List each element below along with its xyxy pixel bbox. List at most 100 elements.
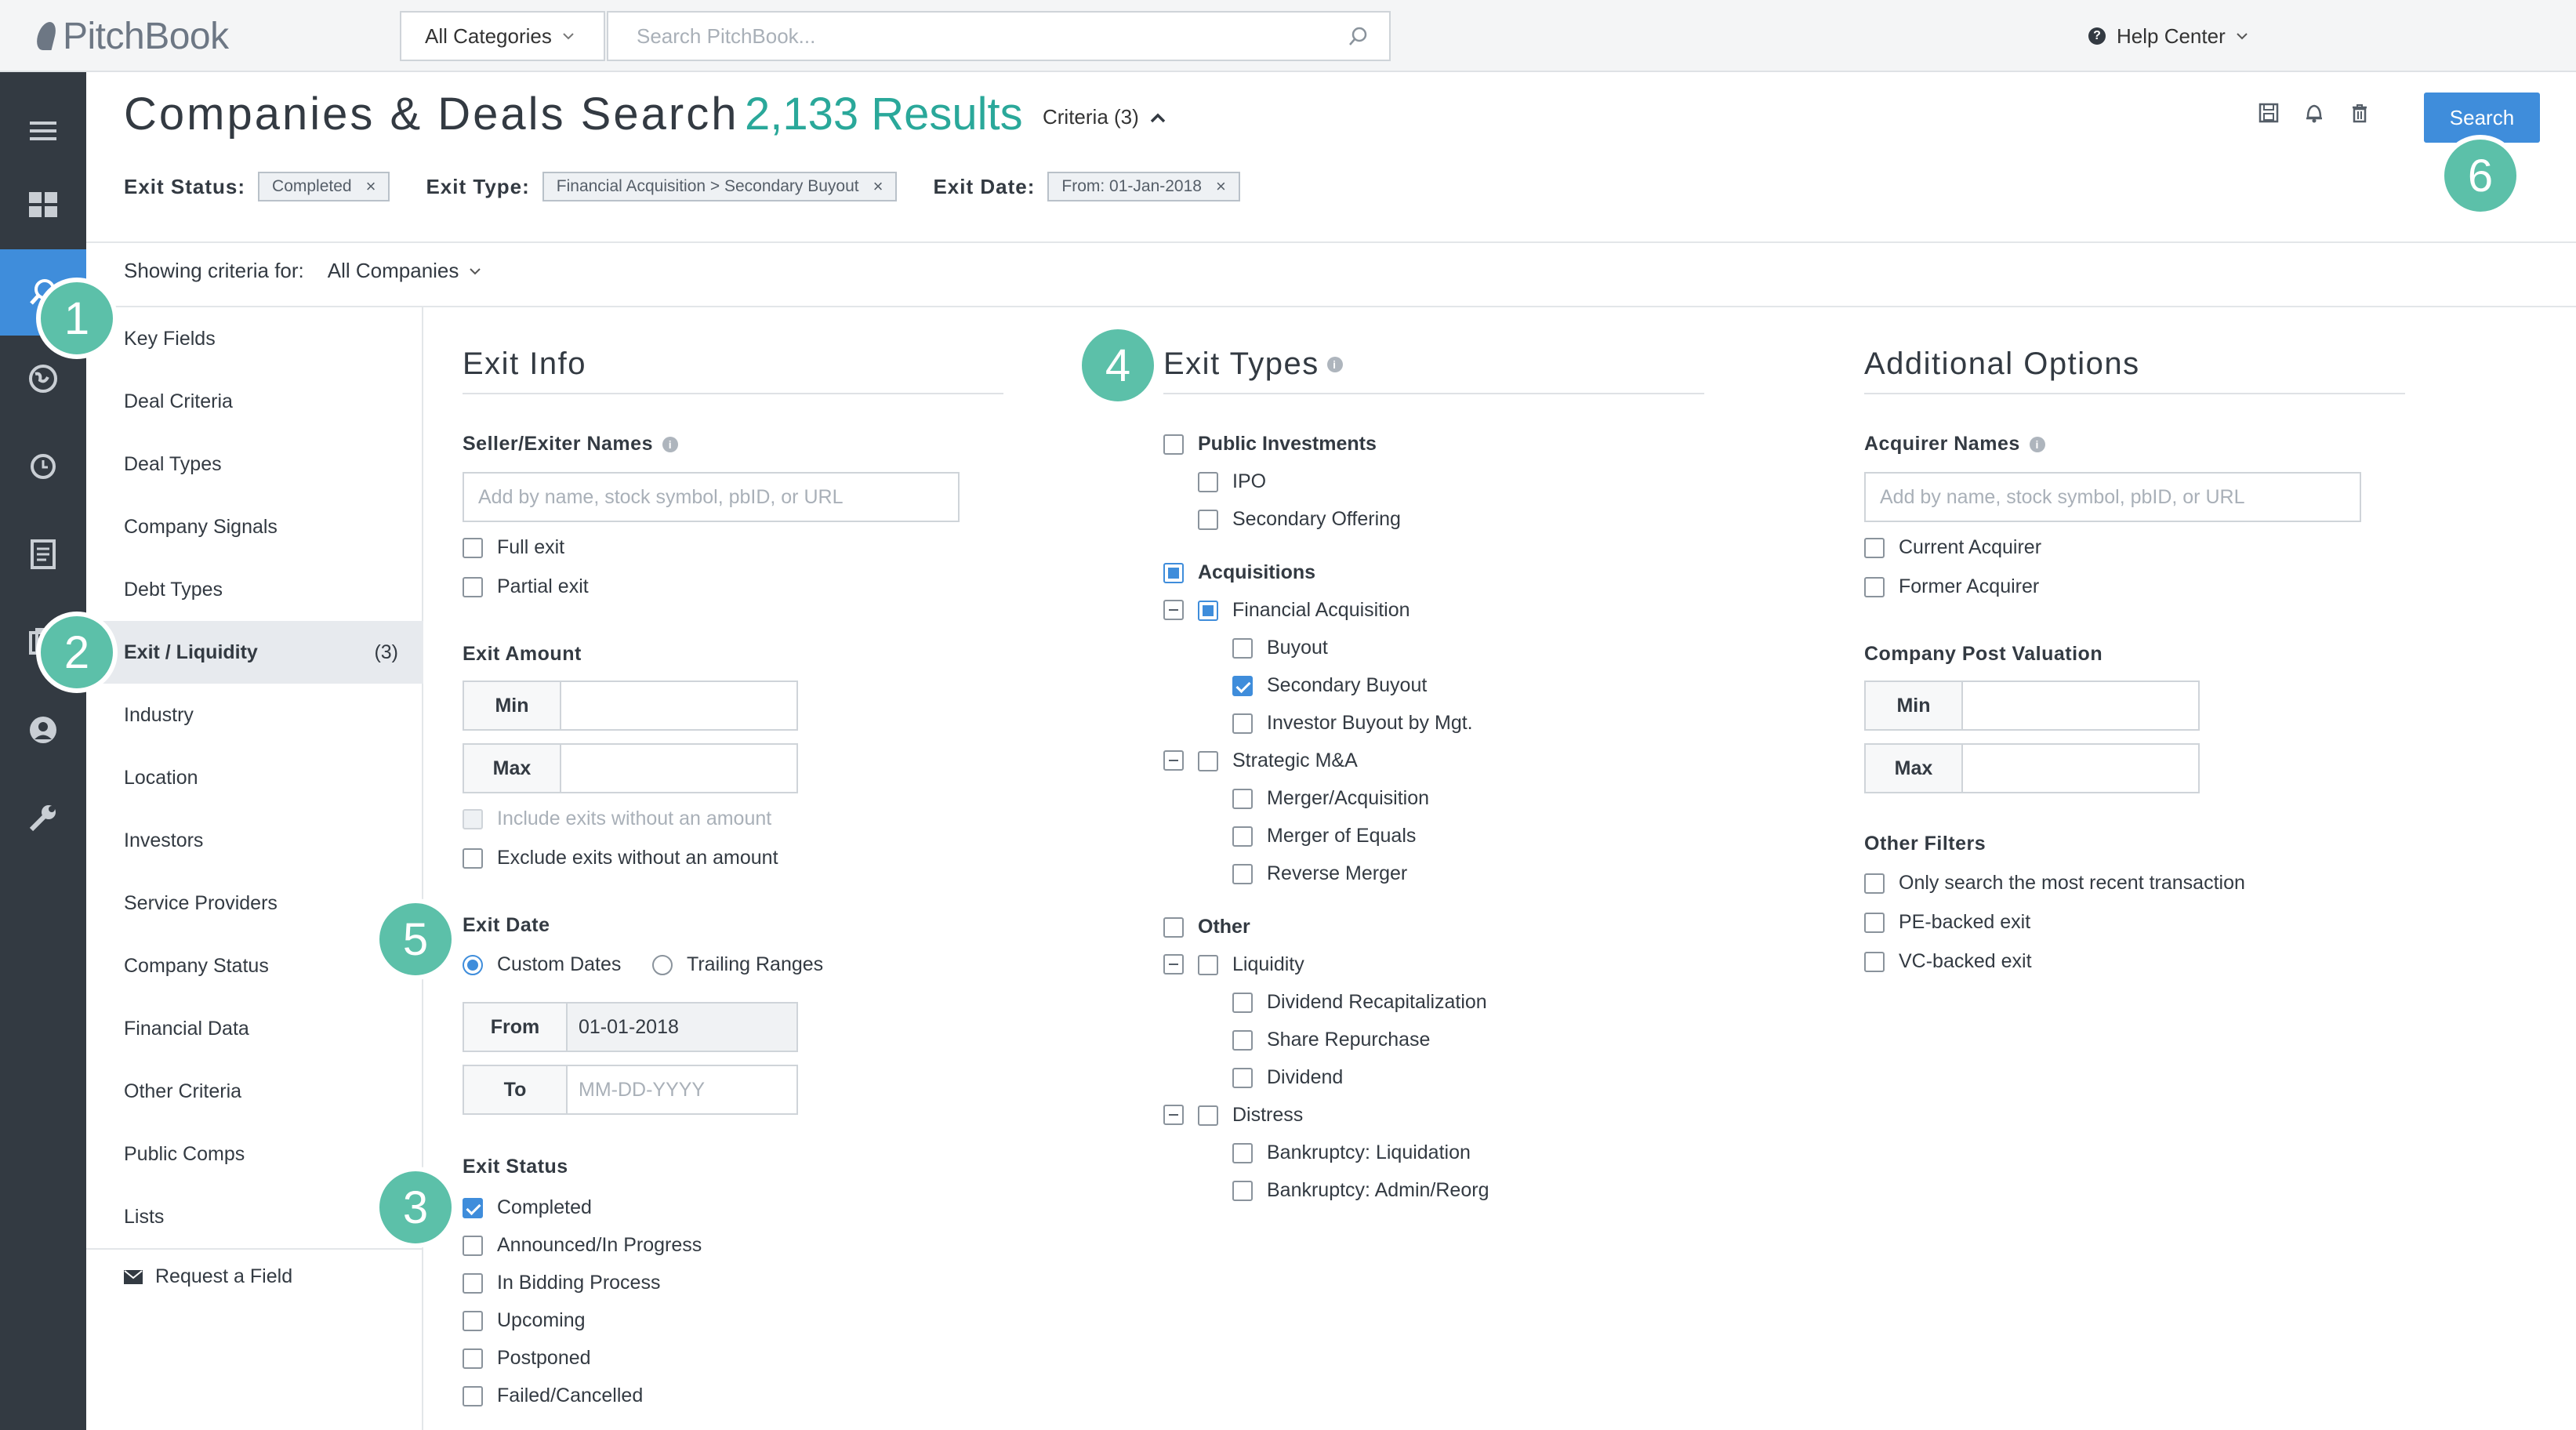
showing-criteria-select[interactable]: All Companies xyxy=(328,259,481,283)
checkbox[interactable] xyxy=(1163,916,1184,938)
most-recent-checkbox[interactable]: Only search the most recent transaction xyxy=(1864,872,2245,895)
checkbox[interactable] xyxy=(463,1385,483,1406)
status-announced-checkbox[interactable]: Announced/In Progress xyxy=(463,1234,702,1257)
sidebar-item-location[interactable]: Location xyxy=(86,746,423,809)
bell-icon[interactable] xyxy=(2303,102,2325,124)
checkbox[interactable] xyxy=(1232,675,1253,696)
sidebar-item-exit-liquidity[interactable]: Exit / Liquidity (3) xyxy=(86,621,423,684)
sidebar-item-company-status[interactable]: Company Status xyxy=(86,935,423,997)
checkbox[interactable] xyxy=(1198,509,1218,530)
trailing-ranges-radio[interactable]: Trailing Ranges xyxy=(652,953,823,976)
sidebar-item-public-comps[interactable]: Public Comps xyxy=(86,1123,423,1185)
checkbox[interactable] xyxy=(1232,826,1253,847)
share-repurchase-checkbox[interactable]: Share Repurchase xyxy=(1232,1029,1430,1051)
documents-nav-button[interactable] xyxy=(0,511,86,597)
exit-amount-max[interactable]: Max xyxy=(463,743,798,793)
filter-chip-exit-date[interactable]: From: 01-Jan-2018 × xyxy=(1047,172,1240,201)
sidebar-item-key-fields[interactable]: Key Fields xyxy=(86,307,423,370)
post-valuation-min-input[interactable] xyxy=(1963,682,2198,729)
post-valuation-max[interactable]: Max xyxy=(1864,743,2200,793)
status-postponed-checkbox[interactable]: Postponed xyxy=(463,1347,591,1370)
checkbox[interactable] xyxy=(1198,750,1218,771)
status-failed-checkbox[interactable]: Failed/Cancelled xyxy=(463,1385,643,1407)
checkbox[interactable] xyxy=(1163,562,1184,583)
checkbox[interactable] xyxy=(1232,992,1253,1013)
merger-equals-checkbox[interactable]: Merger of Equals xyxy=(1232,825,1416,847)
close-icon[interactable]: × xyxy=(1216,176,1226,197)
collapse-toggle[interactable] xyxy=(1163,600,1184,620)
sidebar-item-industry[interactable]: Industry xyxy=(86,684,423,746)
checkbox[interactable] xyxy=(1198,600,1218,621)
status-upcoming-checkbox[interactable]: Upcoming xyxy=(463,1309,586,1332)
checkbox[interactable] xyxy=(1232,1029,1253,1051)
status-completed-checkbox[interactable]: Completed xyxy=(463,1196,592,1219)
checkbox[interactable] xyxy=(1163,434,1184,455)
checkbox[interactable] xyxy=(463,576,483,597)
checkbox[interactable] xyxy=(463,1272,483,1294)
sidebar-item-deal-types[interactable]: Deal Types xyxy=(86,433,423,495)
exit-date-from-input[interactable]: 01-01-2018 xyxy=(568,1004,796,1051)
buyout-checkbox[interactable]: Buyout xyxy=(1232,637,1328,659)
post-valuation-min[interactable]: Min xyxy=(1864,681,2200,731)
current-acquirer-checkbox[interactable]: Current Acquirer xyxy=(1864,536,2041,559)
sidebar-item-company-signals[interactable]: Company Signals xyxy=(86,495,423,558)
sidebar-item-other-criteria[interactable]: Other Criteria xyxy=(86,1060,423,1123)
collapse-toggle[interactable] xyxy=(1163,954,1184,975)
exit-date-to-input[interactable]: MM-DD-YYYY xyxy=(568,1066,796,1113)
close-icon[interactable]: × xyxy=(873,176,883,197)
post-valuation-max-input[interactable] xyxy=(1963,745,2198,792)
checkbox[interactable] xyxy=(463,1310,483,1331)
exit-date-from[interactable]: From 01-01-2018 xyxy=(463,1002,798,1052)
sidebar-item-lists[interactable]: Lists xyxy=(86,1185,423,1248)
partial-exit-checkbox[interactable]: Partial exit xyxy=(463,575,589,598)
checkbox[interactable] xyxy=(1232,1142,1253,1163)
checkbox[interactable] xyxy=(1198,1105,1218,1126)
exit-amount-min-input[interactable] xyxy=(561,682,796,729)
checkbox[interactable] xyxy=(1198,954,1218,975)
acquisitions-checkbox[interactable]: Acquisitions xyxy=(1163,561,1315,584)
acquirer-names-input[interactable]: Add by name, stock symbol, pbID, or URL xyxy=(1864,472,2361,522)
checkbox[interactable] xyxy=(463,1348,483,1369)
bankruptcy-admin-checkbox[interactable]: Bankruptcy: Admin/Reorg xyxy=(1232,1179,1489,1202)
checkbox[interactable] xyxy=(1232,1067,1253,1088)
merger-acquisition-checkbox[interactable]: Merger/Acquisition xyxy=(1232,787,1429,810)
dividend-checkbox[interactable]: Dividend xyxy=(1232,1066,1343,1089)
exit-amount-min[interactable]: Min xyxy=(463,681,798,731)
checkbox[interactable] xyxy=(1198,471,1218,492)
profile-nav-button[interactable] xyxy=(0,687,86,773)
checkbox[interactable] xyxy=(1864,951,1885,972)
collapse-toggle[interactable] xyxy=(1163,750,1184,771)
secondary-offering-checkbox[interactable]: Secondary Offering xyxy=(1198,508,1401,531)
filter-chip-exit-type[interactable]: Financial Acquisition > Secondary Buyout… xyxy=(542,172,898,201)
distress-checkbox[interactable]: Distress xyxy=(1198,1104,1303,1127)
checkbox[interactable] xyxy=(1232,713,1253,734)
checkbox[interactable] xyxy=(463,847,483,869)
checkbox[interactable] xyxy=(463,1235,483,1256)
exclude-without-amount-checkbox[interactable]: Exclude exits without an amount xyxy=(463,847,778,869)
radio-button[interactable] xyxy=(463,954,483,975)
checkbox[interactable] xyxy=(1864,873,1885,894)
full-exit-checkbox[interactable]: Full exit xyxy=(463,536,564,559)
category-select[interactable]: All Categories xyxy=(400,11,605,61)
pitchbook-logo[interactable]: PitchBook xyxy=(34,11,229,61)
menu-button[interactable] xyxy=(0,103,86,158)
trash-icon[interactable] xyxy=(2349,102,2371,124)
save-icon[interactable] xyxy=(2258,102,2280,124)
info-icon[interactable]: i xyxy=(2029,436,2045,452)
checkbox[interactable] xyxy=(463,1197,483,1218)
secondary-buyout-checkbox[interactable]: Secondary Buyout xyxy=(1232,674,1427,697)
liquidity-checkbox[interactable]: Liquidity xyxy=(1198,953,1304,976)
checkbox[interactable] xyxy=(1232,1180,1253,1201)
former-acquirer-checkbox[interactable]: Former Acquirer xyxy=(1864,575,2039,598)
strategic-checkbox[interactable]: Strategic M&A xyxy=(1198,749,1358,772)
reverse-merger-checkbox[interactable]: Reverse Merger xyxy=(1232,862,1407,885)
vc-backed-checkbox[interactable]: VC-backed exit xyxy=(1864,950,2032,973)
help-center-menu[interactable]: ? Help Center xyxy=(2088,19,2248,53)
checkbox[interactable] xyxy=(1232,863,1253,884)
sidebar-item-deal-criteria[interactable]: Deal Criteria xyxy=(86,370,423,433)
request-field-link[interactable]: Request a Field xyxy=(124,1265,292,1288)
investor-buyout-checkbox[interactable]: Investor Buyout by Mgt. xyxy=(1232,712,1473,735)
history-nav-button[interactable] xyxy=(0,423,86,510)
sidebar-item-financial-data[interactable]: Financial Data xyxy=(86,997,423,1060)
criteria-toggle[interactable]: Criteria (3) xyxy=(1043,105,1166,129)
